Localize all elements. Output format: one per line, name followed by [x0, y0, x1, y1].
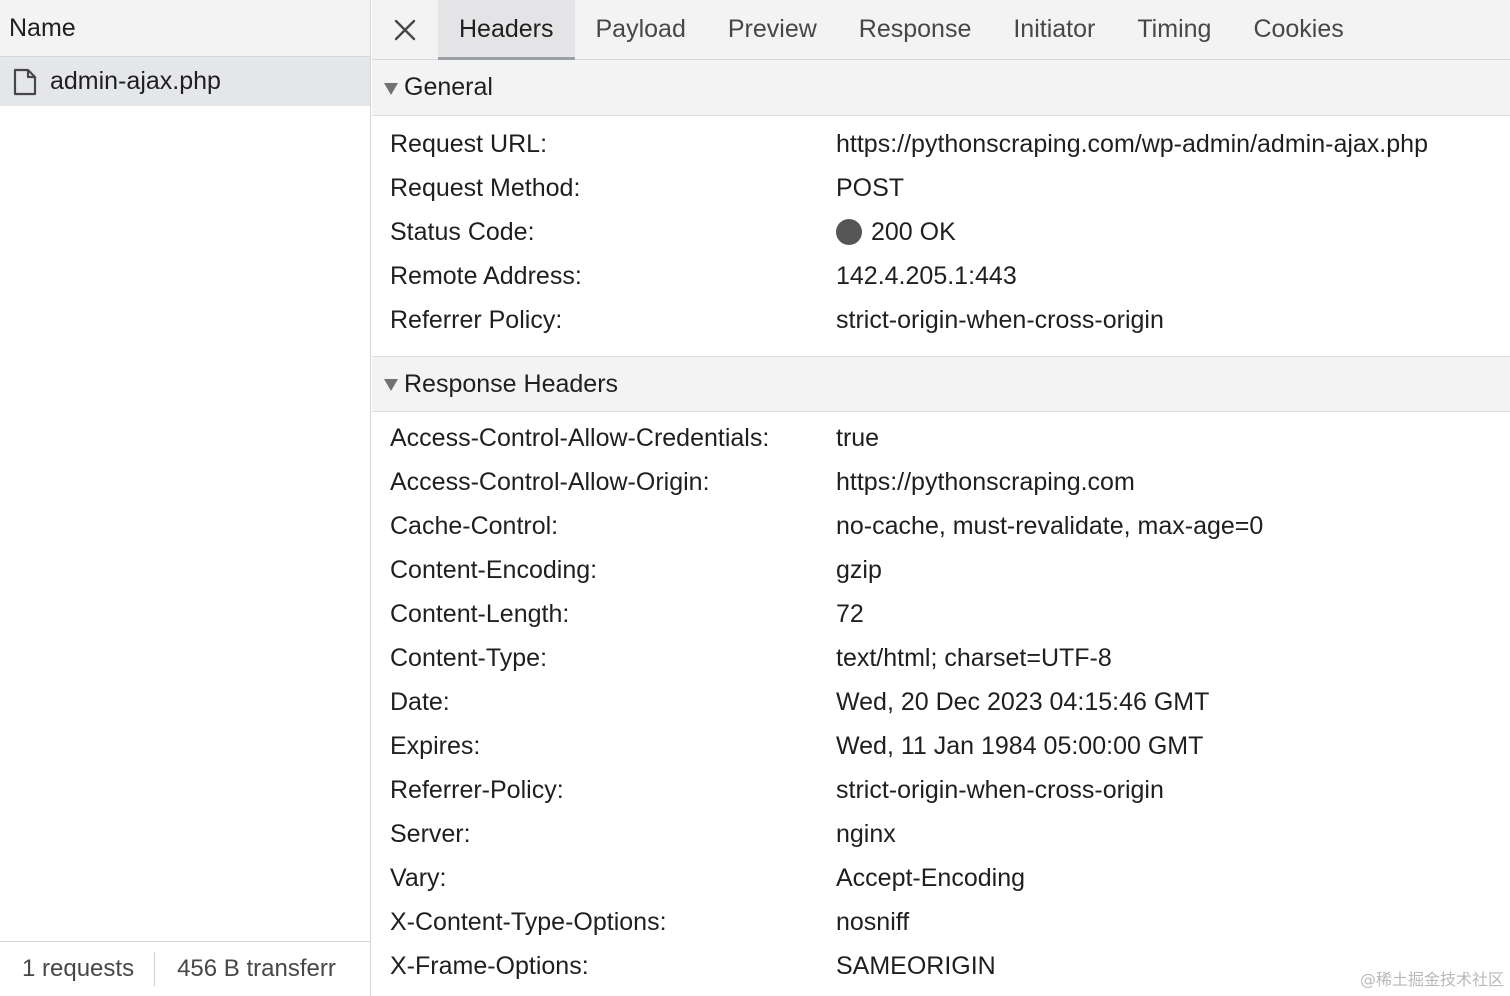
- tab-label: Response: [858, 15, 972, 43]
- tab-label: Payload: [595, 15, 686, 43]
- close-icon: [394, 19, 416, 40]
- general-row-referrer-policy: Referrer Policy: strict-origin-when-cros…: [372, 298, 1510, 342]
- general-row-request-url: Request URL: https://pythonscraping.com/…: [372, 122, 1510, 166]
- response-header-row: Content-Type: text/html; charset=UTF-8: [372, 636, 1510, 680]
- general-row-request-method: Request Method: POST: [372, 166, 1510, 210]
- header-key: Request Method:: [390, 173, 581, 202]
- header-value: https://pythonscraping.com/wp-admin/admi…: [836, 129, 1428, 158]
- tab-payload[interactable]: Payload: [575, 0, 707, 59]
- header-value: no-cache, must-revalidate, max-age=0: [836, 511, 1264, 540]
- header-key: Vary:: [390, 863, 447, 892]
- header-key: Remote Address:: [390, 261, 582, 290]
- network-status-bar: 1 requests 456 B transferr: [0, 941, 371, 996]
- header-key: Content-Type:: [390, 643, 548, 672]
- header-key: X-Frame-Options:: [390, 951, 589, 980]
- details-tabbar: Headers Payload Preview Response Initiat…: [372, 0, 1510, 60]
- header-value: https://pythonscraping.com: [836, 467, 1135, 496]
- header-value: gzip: [836, 555, 882, 584]
- response-header-row: Content-Length: 72: [372, 592, 1510, 636]
- file-icon: [12, 68, 38, 96]
- response-headers-section-header[interactable]: Response Headers: [372, 356, 1510, 412]
- tab-label: Cookies: [1253, 15, 1344, 43]
- request-name: admin-ajax.php: [50, 67, 221, 95]
- name-column-header-label: Name: [9, 13, 76, 42]
- response-header-rows: Access-Control-Allow-Credentials: true A…: [372, 412, 1510, 996]
- tab-cookies[interactable]: Cookies: [1232, 0, 1364, 59]
- tab-label: Preview: [727, 15, 817, 43]
- status-dot-icon: [836, 219, 862, 245]
- tab-label: Headers: [459, 15, 554, 43]
- tab-response[interactable]: Response: [838, 0, 993, 59]
- tab-label: Timing: [1137, 15, 1212, 43]
- general-section-title: General: [404, 73, 493, 101]
- header-value: strict-origin-when-cross-origin: [836, 305, 1164, 334]
- tab-headers[interactable]: Headers: [438, 0, 575, 60]
- request-row[interactable]: admin-ajax.php: [0, 57, 370, 106]
- header-key: Date:: [390, 687, 450, 716]
- header-key: Access-Control-Allow-Credentials:: [390, 423, 770, 452]
- header-value: Accept-Encoding: [836, 863, 1026, 892]
- response-header-row: Access-Control-Allow-Origin: https://pyt…: [372, 460, 1510, 504]
- general-section-header[interactable]: General: [372, 60, 1510, 116]
- header-value: 142.4.205.1:443: [836, 261, 1017, 290]
- general-rows: Request URL: https://pythonscraping.com/…: [372, 116, 1510, 356]
- tab-initiator[interactable]: Initiator: [992, 0, 1116, 59]
- header-value: Wed, 20 Dec 2023 04:15:46 GMT: [836, 687, 1210, 716]
- response-header-row: Date: Wed, 20 Dec 2023 04:15:46 GMT: [372, 680, 1510, 724]
- general-row-status-code: Status Code: 200 OK: [372, 210, 1510, 254]
- header-value: nginx: [836, 819, 896, 848]
- header-value: POST: [836, 173, 905, 202]
- header-key: Access-Control-Allow-Origin:: [390, 467, 710, 496]
- watermark: @稀土掘金技术社区: [1359, 970, 1504, 989]
- header-value: 72: [836, 599, 864, 628]
- general-row-remote-address: Remote Address: 142.4.205.1:443: [372, 254, 1510, 298]
- header-value-container: 200 OK: [836, 218, 956, 247]
- response-headers-section-title: Response Headers: [404, 369, 619, 398]
- request-list-panel: Name admin-ajax.php 1 requests 456 B tra…: [0, 0, 371, 996]
- status-code-value: 200 OK: [871, 217, 956, 246]
- expand-triangle-icon: [384, 82, 398, 95]
- tab-preview[interactable]: Preview: [707, 0, 838, 59]
- header-key: Request URL:: [390, 129, 548, 158]
- header-key: Referrer Policy:: [390, 305, 563, 334]
- header-key: X-Content-Type-Options:: [390, 907, 667, 936]
- response-header-row: Vary: Accept-Encoding: [372, 856, 1510, 900]
- header-key: Server:: [390, 819, 471, 848]
- transferred-size: 456 B transferr: [177, 955, 336, 982]
- header-key: Content-Encoding:: [390, 555, 598, 584]
- response-header-row: Access-Control-Allow-Credentials: true: [372, 416, 1510, 460]
- response-header-row: Content-Encoding: gzip: [372, 548, 1510, 592]
- header-value: strict-origin-when-cross-origin: [836, 775, 1164, 804]
- response-header-row: Expires: Wed, 11 Jan 1984 05:00:00 GMT: [372, 724, 1510, 768]
- response-header-row: Server: nginx: [372, 812, 1510, 856]
- header-value: SAMEORIGIN: [836, 951, 996, 980]
- response-header-row: X-Content-Type-Options: nosniff: [372, 900, 1510, 944]
- response-header-row: Cache-Control: no-cache, must-revalidate…: [372, 504, 1510, 548]
- header-value: nosniff: [836, 907, 910, 936]
- header-value: true: [836, 423, 880, 452]
- request-count: 1 requests: [22, 955, 135, 982]
- tab-label: Initiator: [1013, 15, 1096, 43]
- header-value: text/html; charset=UTF-8: [836, 643, 1112, 672]
- header-key: Cache-Control:: [390, 511, 559, 540]
- close-details-button[interactable]: [372, 0, 438, 59]
- header-key: Status Code:: [390, 217, 535, 246]
- header-key: Referrer-Policy:: [390, 775, 564, 804]
- name-column-header[interactable]: Name: [0, 0, 370, 57]
- header-value: Wed, 11 Jan 1984 05:00:00 GMT: [836, 731, 1204, 760]
- header-key: Expires:: [390, 731, 481, 760]
- header-key: Content-Length:: [390, 599, 570, 628]
- expand-triangle-icon: [384, 379, 398, 391]
- request-details-panel: Headers Payload Preview Response Initiat…: [372, 0, 1510, 996]
- response-header-row: X-Frame-Options: SAMEORIGIN: [372, 944, 1510, 988]
- tab-timing[interactable]: Timing: [1116, 0, 1232, 59]
- response-header-row: Referrer-Policy: strict-origin-when-cros…: [372, 768, 1510, 812]
